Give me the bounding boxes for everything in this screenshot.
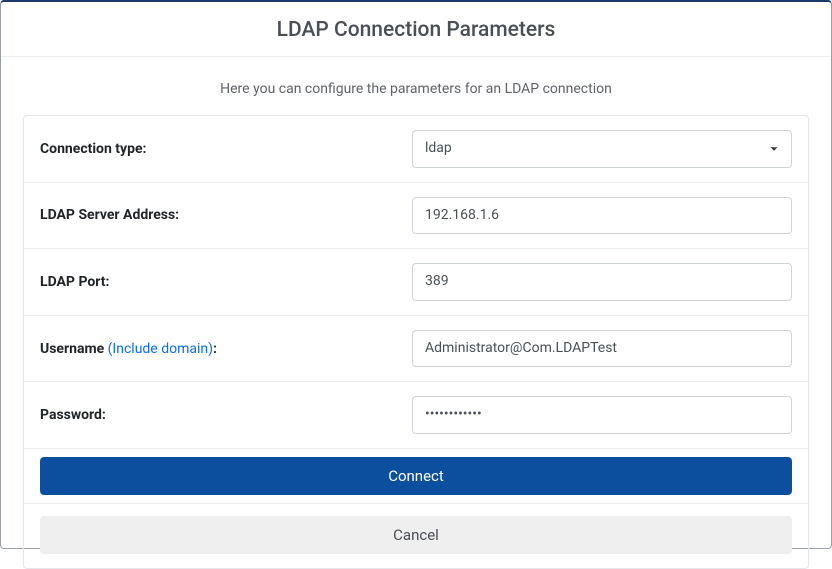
label-connection-type: Connection type: [40,141,412,157]
label-password: Password: [40,407,412,423]
label-server-address: LDAP Server Address: [40,207,412,223]
cancel-button[interactable]: Cancel [40,516,792,554]
row-server-address: LDAP Server Address: [24,183,808,250]
control-wrap: ldap [412,130,792,168]
row-cancel: Cancel [24,504,808,568]
label-username-hint: (Include domain) [108,341,213,357]
control-wrap [412,396,792,434]
label-username-prefix: Username [40,341,108,357]
label-username: Username (Include domain): [40,341,412,357]
row-username: Username (Include domain): [24,316,808,383]
control-wrap [412,263,792,301]
row-password: Password: [24,382,808,449]
modal-title: LDAP Connection Parameters [21,18,811,42]
modal-header: LDAP Connection Parameters [1,2,831,57]
password-input[interactable] [412,396,792,434]
label-ldap-port: LDAP Port: [40,274,412,290]
server-address-input[interactable] [412,197,792,235]
ldap-port-input[interactable] [412,263,792,301]
connect-button[interactable]: Connect [40,457,792,495]
row-connection-type: Connection type: ldap [24,116,808,183]
form-panel: Connection type: ldap LDAP Server Addres… [23,115,809,569]
row-connect: Connect [24,449,808,504]
label-username-suffix: : [213,341,217,357]
row-ldap-port: LDAP Port: [24,249,808,316]
username-input[interactable] [412,330,792,368]
ldap-connection-modal: LDAP Connection Parameters Here you can … [0,0,832,549]
connection-type-select[interactable]: ldap [412,130,792,168]
control-wrap [412,197,792,235]
control-wrap [412,330,792,368]
modal-subtitle: Here you can configure the parameters fo… [1,57,831,115]
